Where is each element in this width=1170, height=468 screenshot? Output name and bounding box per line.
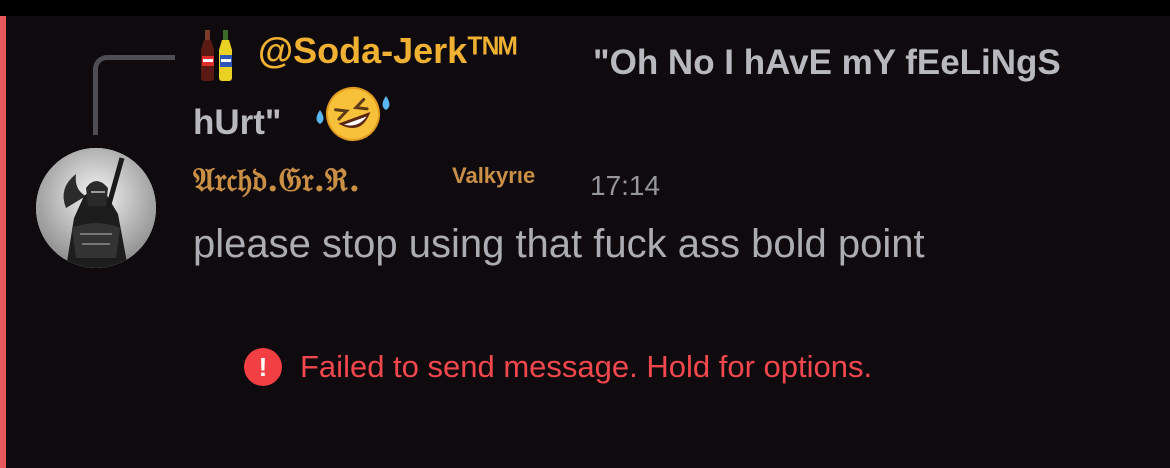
error-accent-bar bbox=[0, 16, 6, 468]
role-tag: Valkyrιe bbox=[452, 163, 536, 188]
exclamation-icon: ! bbox=[244, 348, 282, 386]
message-timestamp: 17:14 bbox=[590, 170, 661, 201]
error-message: Failed to send message. Hold for options… bbox=[300, 349, 873, 384]
reply-connector bbox=[93, 55, 175, 135]
top-bar bbox=[0, 0, 1170, 16]
armored-knight-avatar-icon bbox=[36, 148, 156, 268]
rolling-on-floor-laughing-icon bbox=[316, 87, 390, 141]
send-failed-notice[interactable]: ! Failed to send message. Hold for optio… bbox=[244, 347, 872, 387]
message-author-name[interactable]: 𝔄𝔯𝔠𝔥𝔡.𝔊𝔯.ℜ. bbox=[193, 160, 360, 200]
user-avatar[interactable] bbox=[36, 148, 156, 268]
message-content[interactable]: please stop using that fuck ass bold poi… bbox=[193, 222, 925, 267]
